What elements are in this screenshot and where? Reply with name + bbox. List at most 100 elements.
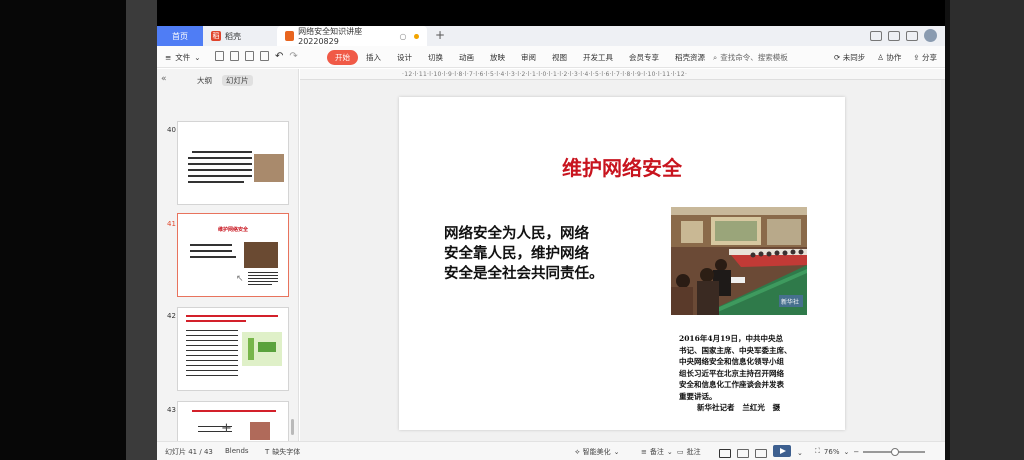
reading-view-icon[interactable] xyxy=(755,448,767,458)
meeting-photo[interactable]: 新华社 xyxy=(671,207,807,315)
slide-counter[interactable]: 幻灯片 41 / 43 xyxy=(165,447,213,457)
slide-body-text[interactable]: 网络安全为人民，网络 安全靠人民，维护网络 安全是全社会共同责任。 xyxy=(444,224,644,284)
add-slide-plus-icon[interactable]: + xyxy=(221,421,232,436)
current-slide[interactable]: 维护网络安全 网络安全为人民，网络 安全靠人民，维护网络 安全是全社会共同责任。 xyxy=(399,97,845,430)
user-avatar[interactable] xyxy=(924,29,937,42)
zoom-level[interactable]: 76% xyxy=(824,448,840,456)
ribbon-tab-item[interactable]: 稻壳资源 xyxy=(667,50,713,65)
chevron-down-icon: ⌄ xyxy=(194,53,201,62)
wps-presentation-window: 首页 稻 稻壳 网络安全知识讲座20220829 ○ + ≡ 文件 ⌄ ↶ ↷ … xyxy=(157,26,945,460)
sorter-view-icon[interactable] xyxy=(737,448,749,458)
mouse-cursor-icon: ↖ xyxy=(236,274,244,284)
ribbon-tab-item[interactable]: 插入 xyxy=(358,50,389,65)
notes-icon: ≡ xyxy=(641,448,647,456)
tab-daoke[interactable]: 稻 稻壳 xyxy=(203,26,277,46)
slide-thumbnail-42[interactable] xyxy=(177,307,289,391)
thumbnail-photo xyxy=(244,242,278,268)
ribbon-menu: 开始 插入 设计 切换 动画 放映 审阅 视图 开发工具 会员专享 稻壳资源 xyxy=(327,50,713,65)
outer-frame-left xyxy=(0,0,126,460)
slide-number: 40 xyxy=(167,126,176,134)
zoom-slider-handle[interactable] xyxy=(891,447,900,456)
ribbon-tab-item[interactable]: 放映 xyxy=(482,50,513,65)
missing-font-label: 缺失字体 xyxy=(272,448,301,456)
smart-beautify-label: 智能美化 xyxy=(582,448,611,456)
body-line: 安全是全社会共同责任。 xyxy=(444,265,604,282)
ribbon-tab-item[interactable]: 开始 xyxy=(327,50,358,65)
slide-number: 43 xyxy=(167,406,176,414)
zoom-control: ⛶ 76% ⌄ − xyxy=(815,447,926,456)
apps-grid-icon[interactable] xyxy=(888,30,900,41)
collab-button[interactable]: ♙ 协作 xyxy=(877,52,901,63)
slide-counter-label: 幻灯片 41 / 43 xyxy=(165,448,213,456)
body-line: 网络安全为人民，网络 xyxy=(444,225,589,242)
export-pdf-icon[interactable] xyxy=(230,51,239,61)
thumbnail-photo xyxy=(254,154,284,182)
minimize-icon[interactable] xyxy=(906,30,918,41)
ribbon-tab-item[interactable]: 开发工具 xyxy=(575,50,621,65)
theme-name[interactable]: Blends xyxy=(225,447,249,455)
font-icon: T xyxy=(265,448,270,456)
ribbon-tab-item[interactable]: 审阅 xyxy=(513,50,544,65)
share-button[interactable]: ⇪ 分享 xyxy=(913,52,937,63)
meeting-photo-graphic: 新华社 xyxy=(671,207,807,315)
unsync-button[interactable]: ⟳ 未同步 xyxy=(834,52,865,63)
ribbon-tab-item[interactable]: 切换 xyxy=(420,50,451,65)
beautify-icon: ⟡ xyxy=(575,447,580,456)
tab-home[interactable]: 首页 xyxy=(157,26,203,46)
chevron-down-icon[interactable]: ⌄ xyxy=(797,449,803,457)
vertical-scrollbar[interactable] xyxy=(941,80,945,441)
normal-view-icon[interactable] xyxy=(719,448,731,458)
ribbon-tab-item[interactable]: 会员专享 xyxy=(621,50,667,65)
search-icon: ⌕ xyxy=(713,52,718,62)
print-icon[interactable] xyxy=(245,51,254,61)
hamburger-icon: ≡ xyxy=(165,53,172,62)
layout-icon[interactable] xyxy=(870,30,882,41)
tab-outline[interactable]: 大纲 xyxy=(197,75,212,86)
tab-slides[interactable]: 幻灯片 xyxy=(222,75,253,86)
comments-label: 批注 xyxy=(686,448,701,456)
notes-button[interactable]: ≡ 备注 ⌄ xyxy=(641,447,673,457)
ribbon-tab-item[interactable]: 动画 xyxy=(451,50,482,65)
missing-font-button[interactable]: T 缺失字体 xyxy=(265,447,300,457)
toolbar-right: ⟳ 未同步 ♙ 协作 ⇪ 分享 xyxy=(834,52,937,63)
slide-thumbnail-panel: « 大纲 幻灯片 40 41 维护网络安全 ↖ 42 43 + xyxy=(157,69,299,441)
command-search-label: 查找命令、搜索模板 xyxy=(720,53,788,62)
slide-thumbnail-41[interactable]: 维护网络安全 ↖ xyxy=(177,213,289,297)
save-icon[interactable] xyxy=(215,51,224,61)
ribbon-tab-item[interactable]: 视图 xyxy=(544,50,575,65)
chevron-down-icon: ⌄ xyxy=(613,448,620,456)
panel-scrollbar[interactable] xyxy=(291,419,294,435)
smart-beautify-button[interactable]: ⟡ 智能美化 ⌄ xyxy=(575,447,620,457)
daoke-icon: 稻 xyxy=(211,31,221,41)
photo-caption[interactable]: 2016年4月19日，中共中央总 书记、国家主席、中央军委主席、 中央网络安全和… xyxy=(679,333,819,414)
fit-window-icon[interactable]: ⛶ xyxy=(815,447,820,456)
comments-button[interactable]: ▭ 批注 xyxy=(677,447,701,457)
zoom-slider[interactable] xyxy=(863,447,926,456)
zoom-out-icon[interactable]: − xyxy=(853,448,859,456)
chevron-down-icon[interactable]: ⌄ xyxy=(843,448,849,456)
caption-line: 中央网络安全和信息化领导小组 xyxy=(679,357,784,366)
redo-icon[interactable]: ↷ xyxy=(289,51,297,62)
slideshow-play-icon[interactable] xyxy=(773,445,791,457)
notes-label: 备注 xyxy=(649,448,664,456)
file-menu-button[interactable]: ≡ 文件 ⌄ xyxy=(165,52,201,63)
slide-title[interactable]: 维护网络安全 xyxy=(399,152,845,181)
ribbon-tab-item[interactable]: 设计 xyxy=(389,50,420,65)
command-search[interactable]: ⌕ 查找命令、搜索模板 xyxy=(713,52,788,63)
slide-editor-canvas: ·12·l·11·l·10·l·9·l·8·l·7·l·6·l·5·l·4·l·… xyxy=(300,69,945,441)
collapse-panel-icon[interactable]: « xyxy=(161,74,167,84)
tab-bar: 首页 稻 稻壳 网络安全知识讲座20220829 ○ + xyxy=(157,26,945,46)
thumbnail-title: 维护网络安全 xyxy=(217,227,248,233)
panel-tabs: 大纲 幻灯片 xyxy=(197,75,253,86)
print-preview-icon[interactable] xyxy=(260,51,269,61)
tab-document[interactable]: 网络安全知识讲座20220829 ○ xyxy=(277,26,427,46)
slide-thumbnail-40[interactable] xyxy=(177,121,289,205)
tab-pin-icon[interactable]: ○ xyxy=(399,32,406,41)
undo-icon[interactable]: ↶ xyxy=(275,51,283,62)
new-tab-plus-icon[interactable]: + xyxy=(435,28,445,42)
share-label: 分享 xyxy=(922,53,937,62)
outer-frame-right-edge xyxy=(945,0,950,460)
quick-access-icons: ↶ ↷ xyxy=(215,51,298,62)
tab-daoke-label: 稻壳 xyxy=(225,31,241,41)
slide-thumbnail-43[interactable] xyxy=(177,401,289,441)
